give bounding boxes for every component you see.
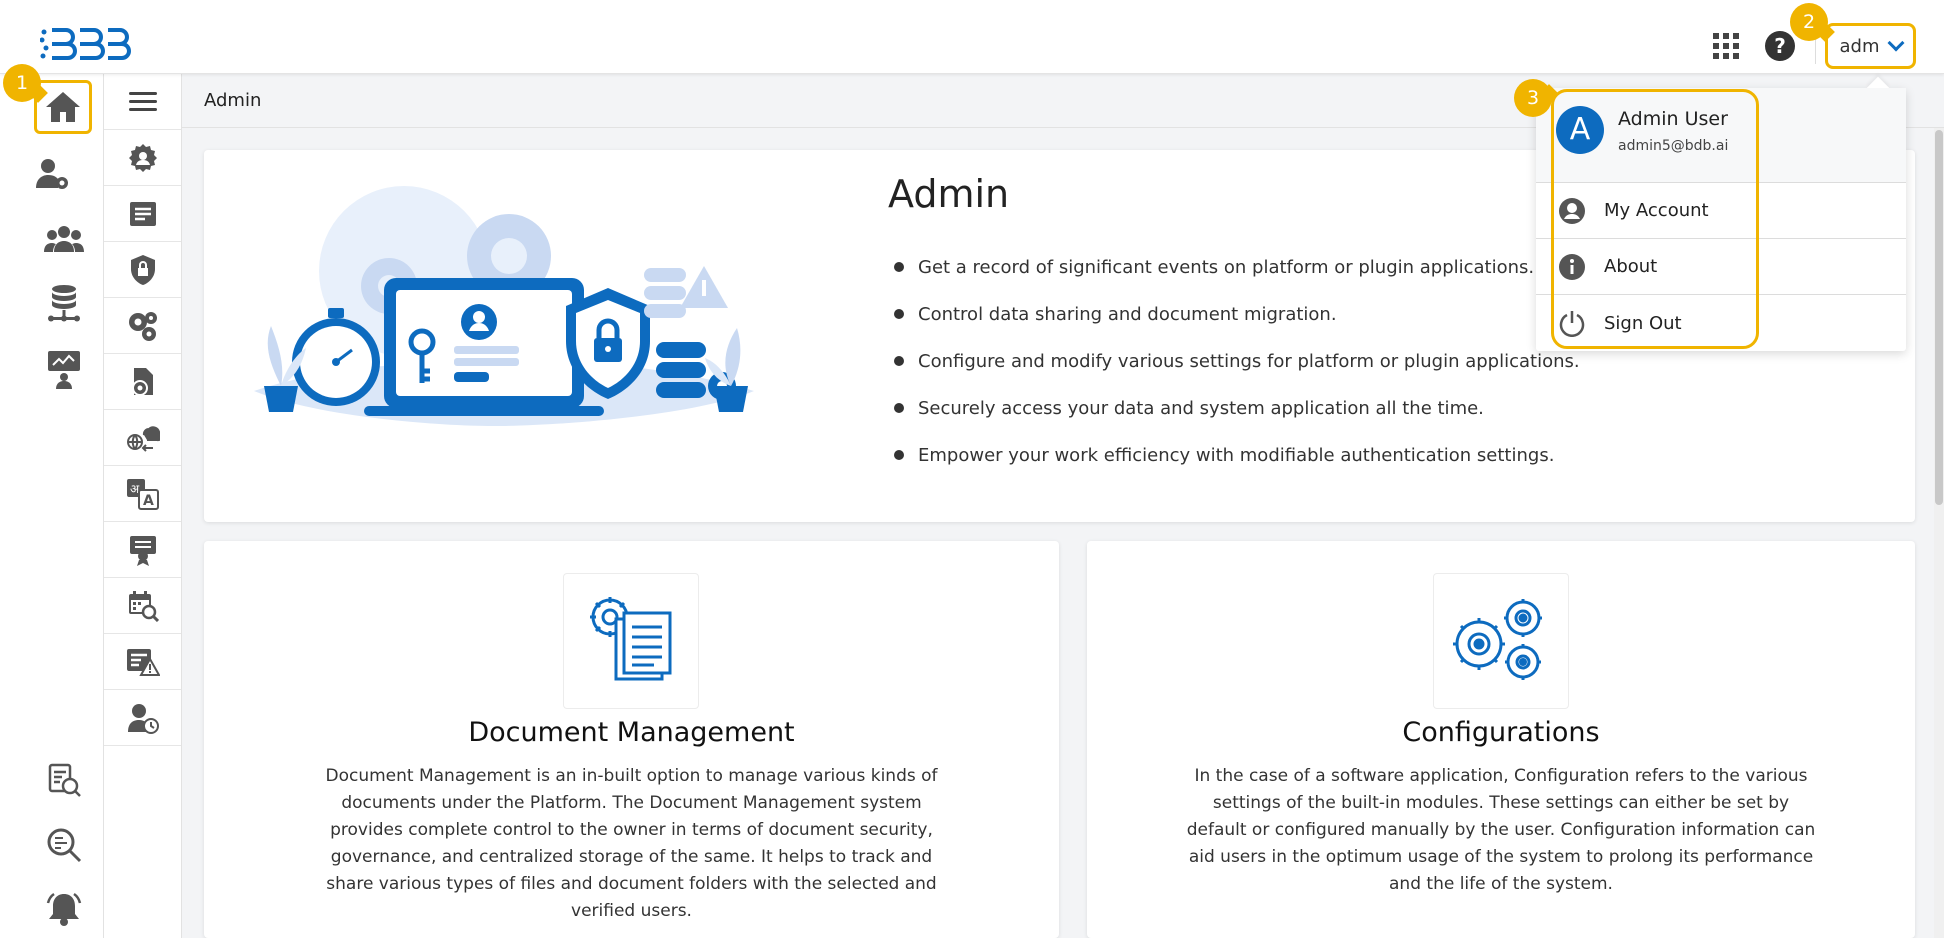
user-button-label: adm bbox=[1839, 35, 1880, 57]
user-menu-button[interactable]: adm bbox=[1825, 23, 1916, 69]
admin-heading: Admin bbox=[888, 172, 1010, 216]
step-badge: 3 bbox=[1514, 79, 1552, 117]
configurations-card[interactable]: Configurations In the case of a software… bbox=[1087, 541, 1915, 938]
admin-illustration bbox=[244, 186, 764, 426]
svg-text:A: A bbox=[143, 493, 154, 509]
user-email: admin5@bdb.ai bbox=[1618, 138, 1729, 154]
user-dropdown-menu: A Admin User admin5@bdb.ai My Account Ab… bbox=[1536, 76, 1906, 351]
home-icon bbox=[46, 92, 80, 122]
my-account-item[interactable]: My Account bbox=[1536, 183, 1906, 239]
menu-toggle-icon[interactable] bbox=[104, 74, 181, 130]
bdb-logo[interactable] bbox=[39, 24, 134, 68]
card-title: Configurations bbox=[1402, 717, 1600, 748]
document-management-card[interactable]: Document Management Document Management … bbox=[204, 541, 1059, 938]
card-description: Document Management is an in-built optio… bbox=[325, 766, 938, 921]
page-title: Admin bbox=[204, 90, 262, 111]
sign-out-item[interactable]: Sign Out bbox=[1536, 295, 1906, 351]
help-icon[interactable]: ? bbox=[1765, 31, 1795, 61]
database-network-icon[interactable] bbox=[44, 284, 84, 324]
document-search-icon[interactable] bbox=[44, 760, 84, 800]
calendar-search-icon[interactable] bbox=[104, 578, 181, 634]
about-item[interactable]: About bbox=[1536, 239, 1906, 295]
user-name: Admin User bbox=[1618, 108, 1728, 130]
card-title: Document Management bbox=[468, 717, 795, 748]
step-badge: 1 bbox=[3, 64, 41, 102]
card-description: In the case of a software application, C… bbox=[1186, 766, 1816, 894]
search-analytics-icon[interactable] bbox=[44, 825, 84, 865]
list-item: Configure and modify various settings fo… bbox=[894, 349, 1580, 373]
list-item: Get a record of significant events on pl… bbox=[894, 255, 1580, 279]
user-settings-icon[interactable] bbox=[32, 154, 72, 194]
top-bar: ? adm bbox=[0, 0, 1944, 74]
list-item: Control data sharing and document migrat… bbox=[894, 302, 1580, 326]
secondary-sidebar: अA bbox=[104, 74, 182, 938]
user-history-icon[interactable] bbox=[104, 690, 181, 746]
admin-settings-icon[interactable] bbox=[104, 130, 181, 186]
certificate-icon[interactable] bbox=[104, 522, 181, 578]
audit-log-icon[interactable] bbox=[104, 186, 181, 242]
account-circle-icon bbox=[1558, 197, 1586, 225]
users-group-icon[interactable] bbox=[44, 219, 84, 259]
primary-sidebar bbox=[0, 74, 104, 938]
list-item: Securely access your data and system app… bbox=[894, 396, 1580, 420]
chevron-down-icon bbox=[1887, 34, 1904, 52]
info-icon bbox=[1558, 253, 1586, 281]
menu-item-label: About bbox=[1604, 256, 1658, 277]
menu-item-label: Sign Out bbox=[1604, 312, 1682, 334]
configuration-gears-icon[interactable] bbox=[104, 298, 181, 354]
cloud-globe-icon[interactable] bbox=[104, 410, 181, 466]
page-scrollbar[interactable] bbox=[1934, 128, 1944, 938]
document-settings-icon[interactable] bbox=[104, 354, 181, 410]
step-badge: 2 bbox=[1790, 3, 1828, 41]
language-translate-icon[interactable]: अA bbox=[104, 466, 181, 522]
alert-list-icon[interactable] bbox=[104, 634, 181, 690]
admin-feature-list: Get a record of significant events on pl… bbox=[894, 255, 1580, 490]
gears-icon bbox=[1433, 573, 1569, 709]
list-item: Empower your work efficiency with modifi… bbox=[894, 443, 1580, 467]
power-icon bbox=[1558, 309, 1586, 337]
security-shield-icon[interactable] bbox=[104, 242, 181, 298]
presentation-board-icon[interactable] bbox=[44, 349, 84, 389]
apps-grid-icon[interactable] bbox=[1713, 33, 1739, 59]
notification-bell-icon[interactable] bbox=[44, 889, 84, 929]
user-profile-header: A Admin User admin5@bdb.ai bbox=[1536, 88, 1906, 183]
scrollbar-thumb[interactable] bbox=[1935, 130, 1943, 505]
document-gear-icon bbox=[563, 573, 699, 709]
avatar: A bbox=[1556, 106, 1604, 154]
menu-item-label: My Account bbox=[1604, 200, 1709, 221]
